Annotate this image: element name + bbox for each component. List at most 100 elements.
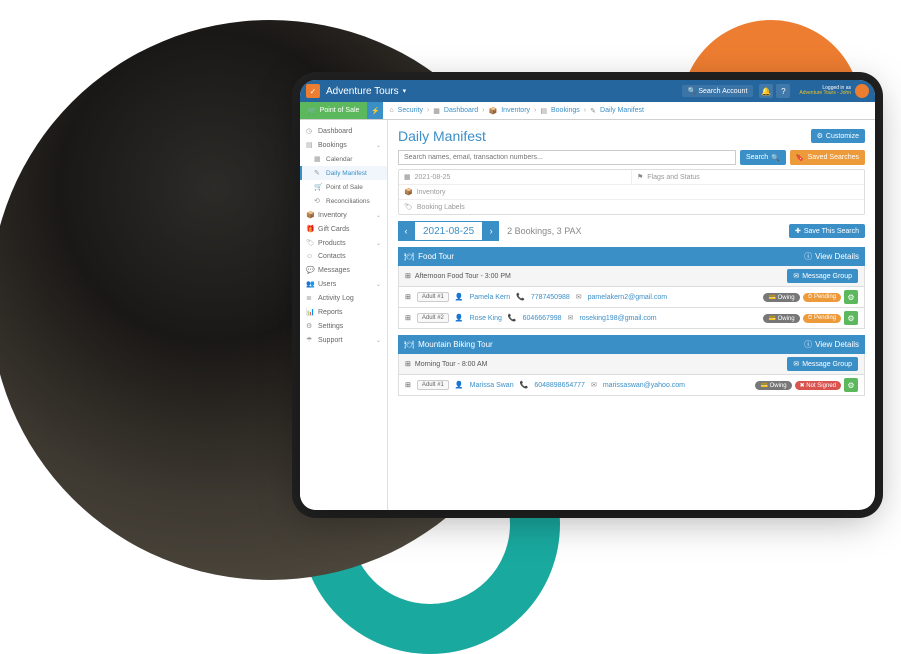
- expand-icon[interactable]: ⊞: [405, 381, 411, 389]
- brand-dropdown-icon[interactable]: ▾: [403, 87, 407, 95]
- bookings-icon: ▤: [540, 107, 547, 115]
- sidebar-item-messages[interactable]: 💬Messages: [300, 263, 387, 277]
- guest-phone[interactable]: 6048898654777: [534, 382, 585, 389]
- user-avatar[interactable]: [855, 84, 869, 98]
- customize-button[interactable]: ⚙Customize: [811, 129, 865, 143]
- sidebar-item-reconciliations[interactable]: ⟲Reconciliations: [300, 194, 387, 208]
- guest-name[interactable]: Pamela Kern: [470, 294, 510, 301]
- guest-phone[interactable]: 6046667998: [523, 315, 562, 322]
- booking-row: ⊞Adult #1👤Marissa Swan📞6048898654777✉mar…: [398, 375, 865, 396]
- sidebar-item-activity-log[interactable]: ≣Activity Log: [300, 291, 387, 305]
- slot-badge: Adult #2: [417, 313, 449, 323]
- next-day-button[interactable]: ›: [483, 221, 499, 241]
- topbar: ✓ Adventure Tours ▾ 🔍 Search Account 🔔 ?…: [300, 80, 875, 102]
- guest-email[interactable]: marissaswan@yahoo.com: [603, 382, 685, 389]
- message-group-button[interactable]: ✉Message Group: [787, 269, 858, 283]
- list-icon: ≣: [306, 294, 314, 302]
- sidebar-item-support[interactable]: ☂Support⌄: [300, 333, 387, 347]
- saved-searches-button[interactable]: 🔖Saved Searches: [790, 150, 865, 165]
- chevron-down-icon: ⌄: [376, 240, 381, 247]
- envelope-icon: ✉: [793, 360, 799, 368]
- gauge-icon: ◷: [306, 127, 314, 135]
- sidebar-item-reports[interactable]: 📊Reports: [300, 305, 387, 319]
- slot-badge: Adult #1: [417, 380, 449, 390]
- users-icon: 👥: [306, 280, 314, 288]
- dashboard-icon: ▦: [433, 107, 440, 115]
- row-actions-button[interactable]: ⚙: [844, 311, 858, 325]
- sidebar-item-daily-manifest[interactable]: ✎Daily Manifest: [300, 166, 387, 180]
- filter-date[interactable]: ▦2021-08-25: [399, 170, 631, 184]
- app-logo[interactable]: ✓: [306, 84, 320, 98]
- expand-icon[interactable]: ⊞: [405, 314, 411, 322]
- expand-icon[interactable]: ⊞: [405, 293, 411, 301]
- brand-name[interactable]: Adventure Tours: [326, 86, 399, 97]
- view-details-link[interactable]: View Details: [815, 340, 859, 349]
- contacts-icon: ☺: [306, 253, 314, 260]
- envelope-icon: ✉: [793, 272, 799, 280]
- guest-phone[interactable]: 7787450988: [531, 294, 570, 301]
- sidebar-item-calendar[interactable]: ▦Calendar: [300, 152, 387, 166]
- phone-icon: 📞: [520, 381, 529, 389]
- filter-inventory[interactable]: 📦Inventory: [399, 185, 864, 199]
- plug-icon: ⚡: [371, 107, 380, 115]
- bookmark-icon: 🔖: [796, 154, 805, 162]
- save-search-button[interactable]: ✚Save This Search: [789, 224, 865, 238]
- nav-date[interactable]: 2021-08-25: [414, 221, 483, 241]
- point-of-sale-button[interactable]: 🛒Point of Sale: [300, 102, 367, 119]
- sidebar-item-gift-cards[interactable]: 🎁Gift Cards: [300, 222, 387, 236]
- connector-button[interactable]: ⚡: [367, 102, 383, 119]
- pending-badge: ⏱ Pending: [803, 314, 841, 323]
- manifest-icon: ✎: [590, 107, 596, 115]
- booking-row: ⊞Adult #2👤Rose King📞6046667998✉roseking1…: [398, 308, 865, 329]
- guest-email[interactable]: roseking198@gmail.com: [579, 315, 656, 322]
- view-details-link[interactable]: View Details: [815, 252, 859, 261]
- filter-labels[interactable]: 🏷Booking Labels: [399, 200, 864, 214]
- sidebar-item-products[interactable]: 🏷Products⌄: [300, 236, 387, 250]
- prev-day-button[interactable]: ‹: [398, 221, 414, 241]
- guest-name[interactable]: Marissa Swan: [470, 382, 514, 389]
- crumb-security[interactable]: Security: [398, 107, 423, 114]
- search-button[interactable]: Search 🔍: [740, 150, 786, 165]
- guest-email[interactable]: pamelakern2@gmail.com: [588, 294, 667, 301]
- sidebar-item-contacts[interactable]: ☺Contacts: [300, 250, 387, 263]
- message-group-button[interactable]: ✉Message Group: [787, 357, 858, 371]
- row-actions-button[interactable]: ⚙: [844, 378, 858, 392]
- expand-icon[interactable]: ⊞: [405, 272, 411, 280]
- sidebar-item-settings[interactable]: ⚙Settings: [300, 319, 387, 333]
- sidebar-item-users[interactable]: 👥Users⌄: [300, 277, 387, 291]
- search-input[interactable]: [398, 150, 736, 165]
- crumb-inventory[interactable]: Inventory: [501, 107, 530, 114]
- calendar-icon: ▦: [404, 173, 411, 181]
- notifications-icon[interactable]: 🔔: [759, 84, 773, 98]
- filters-panel: ▦2021-08-25 ⚑Flags and Status 📦Inventory…: [398, 169, 865, 215]
- filter-flags[interactable]: ⚑Flags and Status: [631, 170, 864, 184]
- tour-session-row: ⊞ Morning Tour - 8:00 AM✉Message Group: [398, 354, 865, 375]
- help-icon[interactable]: ?: [776, 84, 790, 98]
- sidebar-item-bookings[interactable]: ▤Bookings⌄: [300, 138, 387, 152]
- tour-session-row: ⊞ Afternoon Food Tour - 3:00 PM✉Message …: [398, 266, 865, 287]
- guest-name[interactable]: Rose King: [470, 315, 502, 322]
- cutlery-icon: 🍽: [404, 340, 414, 349]
- toolbar: 🛒Point of Sale ⚡ ⌂ Security› ▦ Dashboard…: [300, 102, 875, 120]
- box-icon: 📦: [404, 188, 413, 196]
- bookings-summary: 2 Bookings, 3 PAX: [507, 226, 581, 236]
- crumb-dashboard[interactable]: Dashboard: [444, 107, 478, 114]
- home-icon[interactable]: ⌂: [389, 107, 393, 114]
- tour-header[interactable]: 🍽Mountain Biking TourⓘView Details: [398, 335, 865, 354]
- expand-icon[interactable]: ⊞: [405, 360, 411, 368]
- pending-badge: ⏱ Pending: [803, 293, 841, 302]
- sidebar: ◷Dashboard ▤Bookings⌄ ▦Calendar ✎Daily M…: [300, 120, 388, 510]
- sidebar-item-dashboard[interactable]: ◷Dashboard: [300, 124, 387, 138]
- envelope-icon: ✉: [591, 381, 597, 389]
- tour-header[interactable]: 🍽Food TourⓘView Details: [398, 247, 865, 266]
- cutlery-icon: 🍽: [404, 252, 414, 261]
- book-icon: ▤: [306, 141, 314, 149]
- row-actions-button[interactable]: ⚙: [844, 290, 858, 304]
- not-signed-badge: ✖ Not Signed: [795, 381, 841, 390]
- crumb-bookings[interactable]: Bookings: [551, 107, 580, 114]
- crumb-daily-manifest[interactable]: Daily Manifest: [600, 107, 644, 114]
- sidebar-item-inventory[interactable]: 📦Inventory⌄: [300, 208, 387, 222]
- page-title: Daily Manifest: [398, 128, 486, 144]
- search-account-input[interactable]: 🔍 Search Account: [682, 85, 754, 97]
- sidebar-item-pos[interactable]: 🛒Point of Sale: [300, 180, 387, 194]
